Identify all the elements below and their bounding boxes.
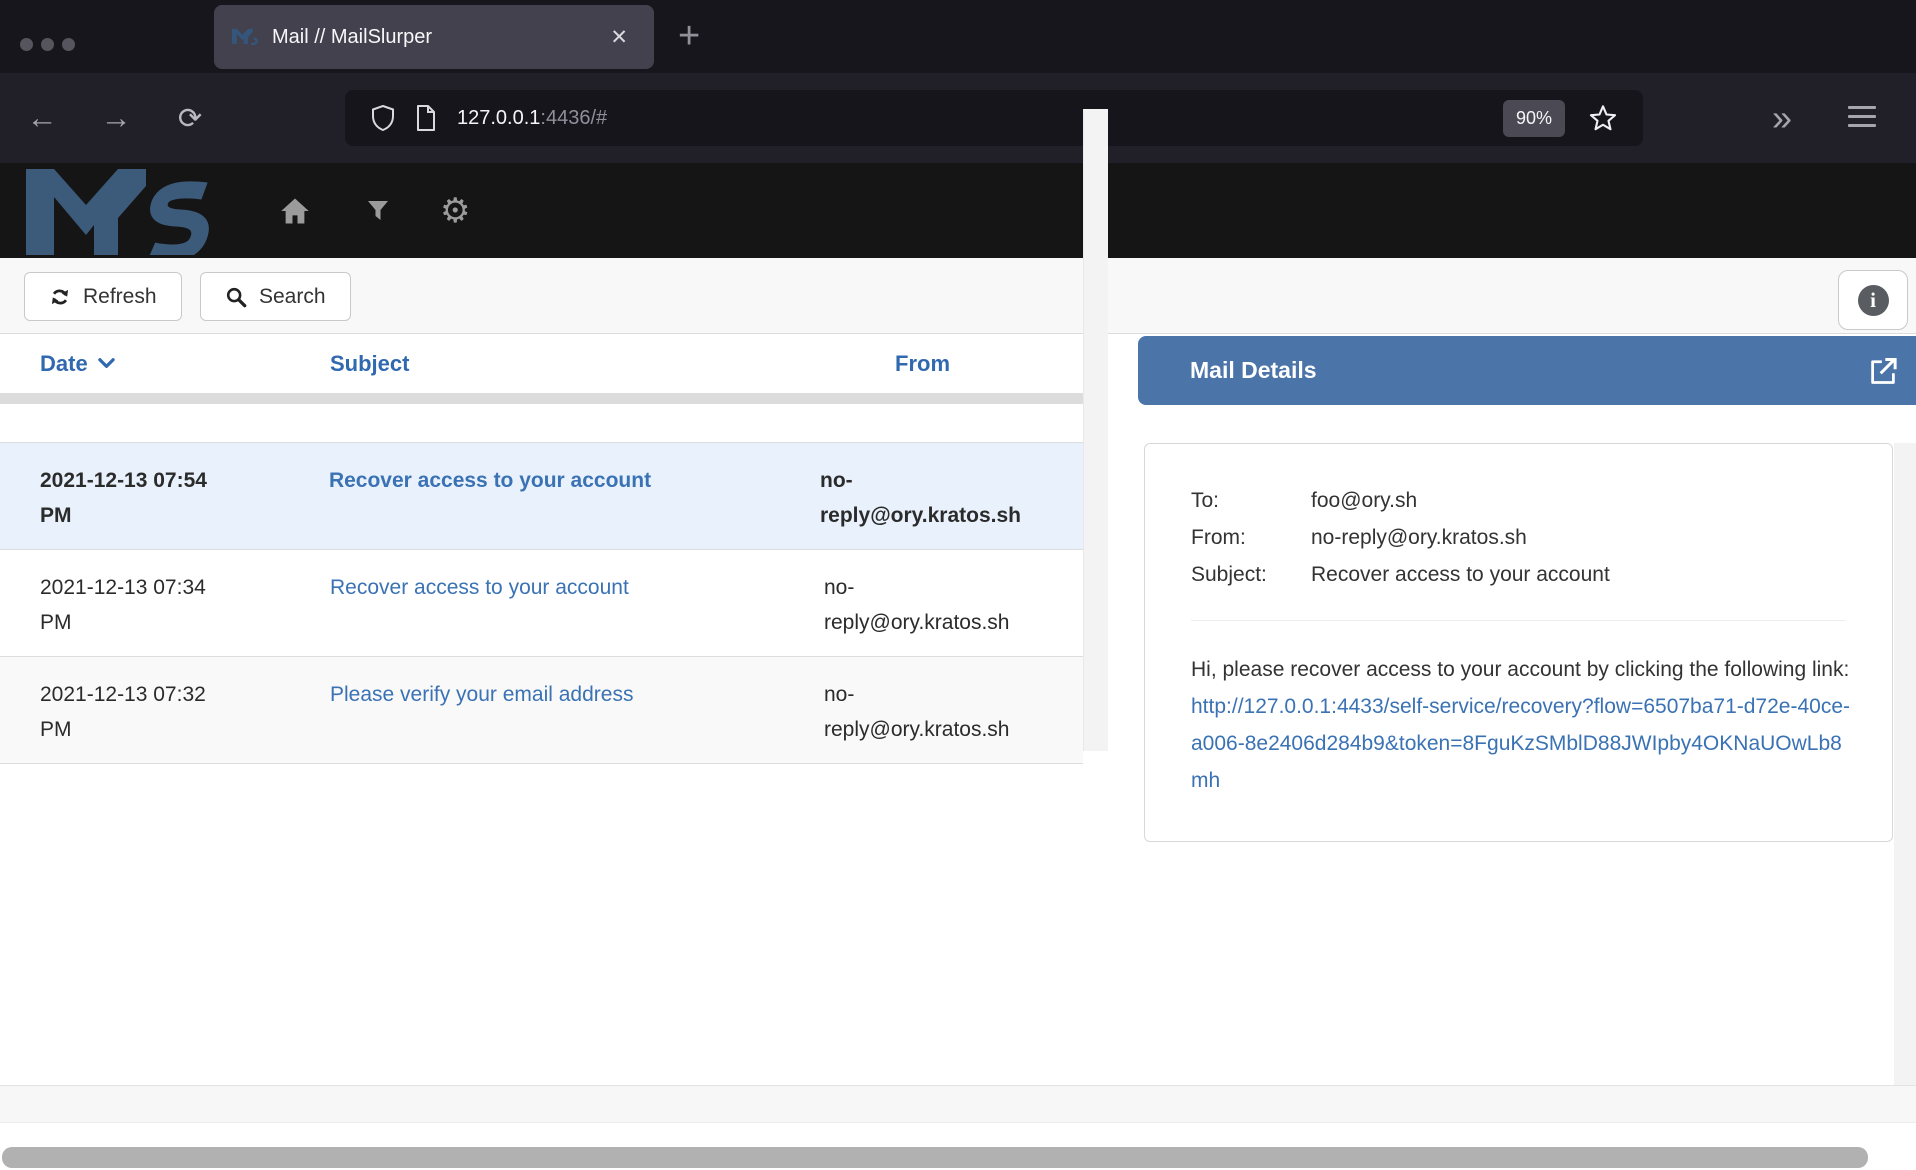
info-button[interactable]: i [1838,270,1908,330]
tab-close-icon[interactable]: ✕ [602,21,636,54]
mailslurper-favicon-icon [232,26,258,48]
search-button[interactable]: Search [200,272,351,321]
mail-date: 2021-12-13 07:32 PM [0,677,290,747]
header-gap [0,404,1108,442]
mail-row[interactable]: 2021-12-13 07:32 PM Please verify your e… [0,657,1083,764]
menu-hamburger-icon[interactable] [1848,106,1876,133]
open-in-new-window-icon[interactable] [1868,356,1898,386]
mail-subject-link[interactable]: Recover access to your account [329,469,651,492]
list-scrollbar-track[interactable] [1083,109,1108,751]
bottom-strip [0,1086,1916,1122]
new-tab-button[interactable]: + [678,14,700,58]
mail-details-title: Mail Details [1138,357,1317,384]
horizontal-scrollbar[interactable] [0,1122,1916,1170]
mail-rows: 2021-12-13 07:54 PM Recover access to yo… [0,442,1083,764]
search-icon [225,286,247,308]
mail-subject-link[interactable]: Please verify your email address [330,683,633,706]
mail-date: 2021-12-13 07:54 PM [0,463,289,533]
toolbar-overflow-icon[interactable]: » [1772,73,1792,163]
search-label: Search [259,285,326,309]
mail-from: no-reply@ory.kratos.sh [822,677,1083,747]
to-value: foo@ory.sh [1311,482,1417,519]
mail-body: Hi, please recover access to your accoun… [1191,651,1851,799]
mail-subject-link[interactable]: Recover access to your account [330,576,629,599]
url-host: 127.0.0.1 [457,107,540,129]
from-value: no-reply@ory.kratos.sh [1311,519,1527,556]
details-divider [1191,620,1846,621]
details-scrollbar-track[interactable] [1894,443,1916,1085]
mail-details-header: Mail Details [1138,336,1916,405]
window-dot-icon[interactable] [20,38,33,51]
window-dot-icon[interactable] [41,38,54,51]
mail-from: no-reply@ory.kratos.sh [818,463,1083,533]
header-divider-band [0,393,1108,404]
sort-desc-chevron-icon [98,358,115,369]
shield-icon[interactable] [371,105,395,131]
filter-icon[interactable] [366,163,390,258]
browser-window: Mail // MailSlurper ✕ + ← → ⟳ 127.0.0.1:… [0,0,1916,1170]
mail-to-row: To: foo@ory.sh [1191,482,1846,519]
from-header-label: From [895,351,950,376]
mail-list-pane: Date Subject From 2021-12-13 07:54 PM Re… [0,334,1108,1085]
mail-row[interactable]: 2021-12-13 07:54 PM Recover access to yo… [0,442,1083,550]
mailslurper-logo [26,169,238,255]
recovery-link[interactable]: http://127.0.0.1:4433/self-service/recov… [1191,695,1850,792]
bookmark-star-icon[interactable] [1589,104,1617,132]
subject-value: Recover access to your account [1311,556,1610,593]
reload-button[interactable]: ⟳ [162,73,218,163]
subject-label: Subject: [1191,556,1311,593]
info-icon: i [1858,285,1889,316]
page-info-icon[interactable] [415,105,437,131]
mail-list-header: Date Subject From [0,334,1108,393]
url-text[interactable]: 127.0.0.1:4436/# [457,107,1503,130]
app-toolbar: Refresh Search i [0,258,1916,334]
mail-details-card: To: foo@ory.sh From: no-reply@ory.kratos… [1144,443,1893,842]
subject-header-label: Subject [330,351,409,376]
horizontal-scrollbar-thumb[interactable] [2,1147,1868,1168]
column-header-from[interactable]: From [822,351,1108,377]
app-header: ⚙ [0,163,1916,258]
tab-strip: Mail // MailSlurper ✕ + [0,0,1916,73]
back-button[interactable]: ← [14,73,70,163]
forward-button[interactable]: → [88,73,144,163]
column-header-date[interactable]: Date [0,351,290,377]
browser-tab[interactable]: Mail // MailSlurper ✕ [214,5,654,69]
settings-gear-icon[interactable]: ⚙ [440,163,470,258]
mail-body-text: Hi, please recover access to your accoun… [1191,658,1849,681]
to-label: To: [1191,482,1311,519]
from-label: From: [1191,519,1311,556]
home-icon[interactable] [280,163,310,258]
url-bar[interactable]: 127.0.0.1:4436/# 90% [345,90,1643,146]
window-dot-icon[interactable] [62,38,75,51]
refresh-label: Refresh [83,285,157,309]
mail-from: no-reply@ory.kratos.sh [822,570,1083,640]
refresh-icon [49,286,71,308]
mail-subject-row: Subject: Recover access to your account [1191,556,1846,593]
url-path: :4436/# [540,107,607,129]
column-header-subject[interactable]: Subject [290,351,822,377]
date-header-label: Date [40,351,88,377]
zoom-level-badge[interactable]: 90% [1503,100,1565,137]
browser-navbar: ← → ⟳ 127.0.0.1:4436/# 90% » [0,73,1916,163]
mail-from-row: From: no-reply@ory.kratos.sh [1191,519,1846,556]
mail-date: 2021-12-13 07:34 PM [0,570,290,640]
mail-details-pane: Mail Details To: foo@ory.sh From: no-rep… [1138,336,1916,1085]
refresh-button[interactable]: Refresh [24,272,182,321]
mail-row[interactable]: 2021-12-13 07:34 PM Recover access to yo… [0,550,1083,657]
tab-title: Mail // MailSlurper [272,26,602,49]
window-controls[interactable] [20,38,75,51]
